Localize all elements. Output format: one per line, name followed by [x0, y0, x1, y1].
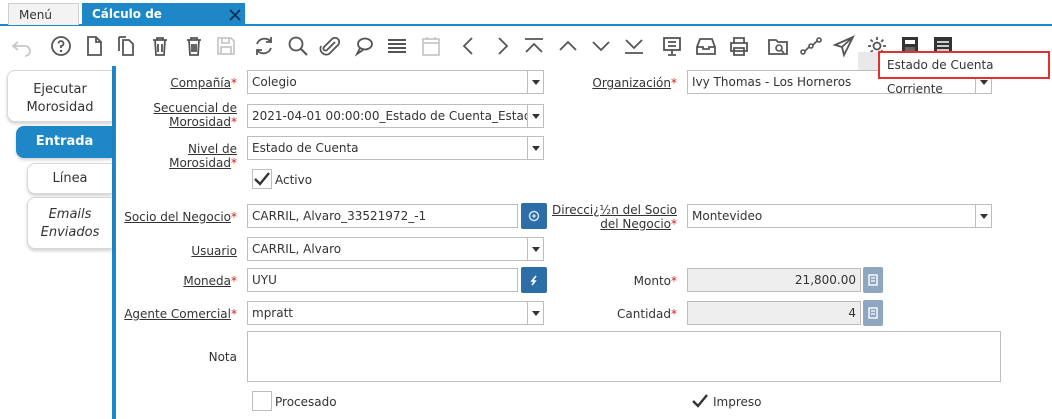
- socio-field[interactable]: CARRIL, Alvaro_33521972_-1: [247, 204, 518, 228]
- attachment-icon[interactable]: [318, 34, 342, 58]
- workflow-icon[interactable]: [799, 34, 823, 58]
- record-form: Compañía* Colegio Organización* Ivy Thom…: [120, 66, 1052, 419]
- monto-calculator-button[interactable]: [863, 267, 883, 293]
- cantidad-label: Cantidad*: [617, 307, 677, 321]
- secuencial-label: Secuencial de Morosidad*: [153, 101, 237, 129]
- usuario-label: Usuario: [191, 244, 237, 258]
- previous-record-icon[interactable]: [556, 34, 580, 58]
- nivel-label: Nivel de Morosidad*: [169, 142, 237, 170]
- compania-dropdown-button[interactable]: [527, 70, 544, 94]
- search-icon[interactable]: [286, 34, 310, 58]
- refresh-icon[interactable]: [252, 34, 276, 58]
- organizacion-label: Organización*: [592, 76, 677, 90]
- procesado-label: Procesado: [275, 395, 337, 409]
- send-icon[interactable]: [832, 34, 856, 58]
- close-icon[interactable]: [228, 7, 242, 21]
- tab-label-line1: Ejecutar: [33, 82, 87, 97]
- archive-icon[interactable]: [694, 34, 718, 58]
- compania-field[interactable]: Colegio: [247, 70, 528, 94]
- agente-field[interactable]: mpratt: [247, 301, 528, 325]
- window-tab-bar: Menú (0) Cálculo de Morosidad: [0, 0, 1052, 44]
- multi-row-icon[interactable]: [385, 34, 409, 58]
- help-icon[interactable]: [49, 34, 73, 58]
- print-icon[interactable]: [727, 34, 751, 58]
- socio-label: Socio del Negocio*: [124, 210, 237, 224]
- tab-ejecutar-morosidad[interactable]: Ejecutar Morosidad: [7, 70, 112, 122]
- monto-label: Monto*: [633, 274, 677, 288]
- tab-label-line1: Emails: [48, 207, 92, 222]
- activo-label: Activo: [275, 173, 313, 187]
- moneda-field[interactable]: UYU: [247, 268, 518, 292]
- tooltip: Estado de Cuenta Corriente: [878, 51, 1050, 96]
- usuario-field[interactable]: CARRIL, Alvaro: [247, 237, 528, 261]
- direccion-label: Direcci¿½n del Socio del Negocio*: [552, 203, 677, 231]
- direccion-dropdown-button[interactable]: [975, 204, 992, 228]
- new-record-icon[interactable]: [82, 34, 106, 58]
- save-icon[interactable]: [214, 34, 238, 58]
- agente-label: Agente Comercial*: [124, 307, 237, 321]
- secuencial-field[interactable]: 2021-04-01 00:00:00_Estado de Cuenta_Est…: [247, 104, 528, 128]
- cantidad-field[interactable]: 4: [687, 301, 861, 325]
- socio-info-button[interactable]: [521, 203, 547, 229]
- nota-label: Nota: [208, 350, 237, 364]
- procesado-checkbox[interactable]: [252, 391, 272, 411]
- direccion-field[interactable]: Montevideo: [687, 204, 976, 228]
- undo-icon[interactable]: [10, 34, 34, 58]
- nivel-dropdown-button[interactable]: [527, 136, 544, 160]
- agente-dropdown-button[interactable]: [527, 301, 544, 325]
- impreso-label: Impreso: [713, 395, 762, 409]
- copy-record-icon[interactable]: [114, 34, 138, 58]
- delete-selection-icon[interactable]: [182, 34, 206, 58]
- compania-label: Compañía*: [170, 76, 237, 90]
- monto-field[interactable]: 21,800.00: [687, 268, 861, 292]
- usuario-dropdown-button[interactable]: [527, 237, 544, 261]
- tab-label-line2: Morosidad: [26, 100, 94, 115]
- calendar-icon[interactable]: [419, 34, 443, 58]
- tab-panel: Ejecutar Morosidad Entrada Línea Emails …: [0, 66, 116, 419]
- tab-calculo-morosidad[interactable]: Cálculo de Morosidad: [82, 3, 245, 43]
- previous-icon[interactable]: [457, 34, 481, 58]
- chat-icon[interactable]: [352, 34, 376, 58]
- zoom-across-icon[interactable]: [766, 34, 790, 58]
- impreso-checkbox[interactable]: [690, 391, 710, 411]
- secuencial-dropdown-button[interactable]: [527, 104, 544, 128]
- moneda-lookup-button[interactable]: [521, 267, 547, 293]
- tab-emails-enviados[interactable]: Emails Enviados: [27, 197, 112, 249]
- nivel-field[interactable]: Estado de Cuenta: [247, 136, 528, 160]
- delete-icon[interactable]: [148, 34, 172, 58]
- last-record-icon[interactable]: [622, 34, 646, 58]
- next-record-icon[interactable]: [589, 34, 613, 58]
- tab-label-line2: Enviados: [40, 225, 100, 240]
- tab-linea[interactable]: Línea: [27, 163, 112, 194]
- cantidad-calculator-button[interactable]: [863, 300, 883, 326]
- moneda-label: Moneda*: [183, 274, 237, 288]
- first-record-icon[interactable]: [522, 34, 546, 58]
- next-icon[interactable]: [490, 34, 514, 58]
- tab-entrada[interactable]: Entrada: [16, 126, 112, 158]
- tab-menu[interactable]: Menú (0): [8, 3, 79, 44]
- nota-textarea[interactable]: [247, 331, 1001, 382]
- report-icon[interactable]: [660, 34, 684, 58]
- activo-checkbox[interactable]: [252, 169, 272, 189]
